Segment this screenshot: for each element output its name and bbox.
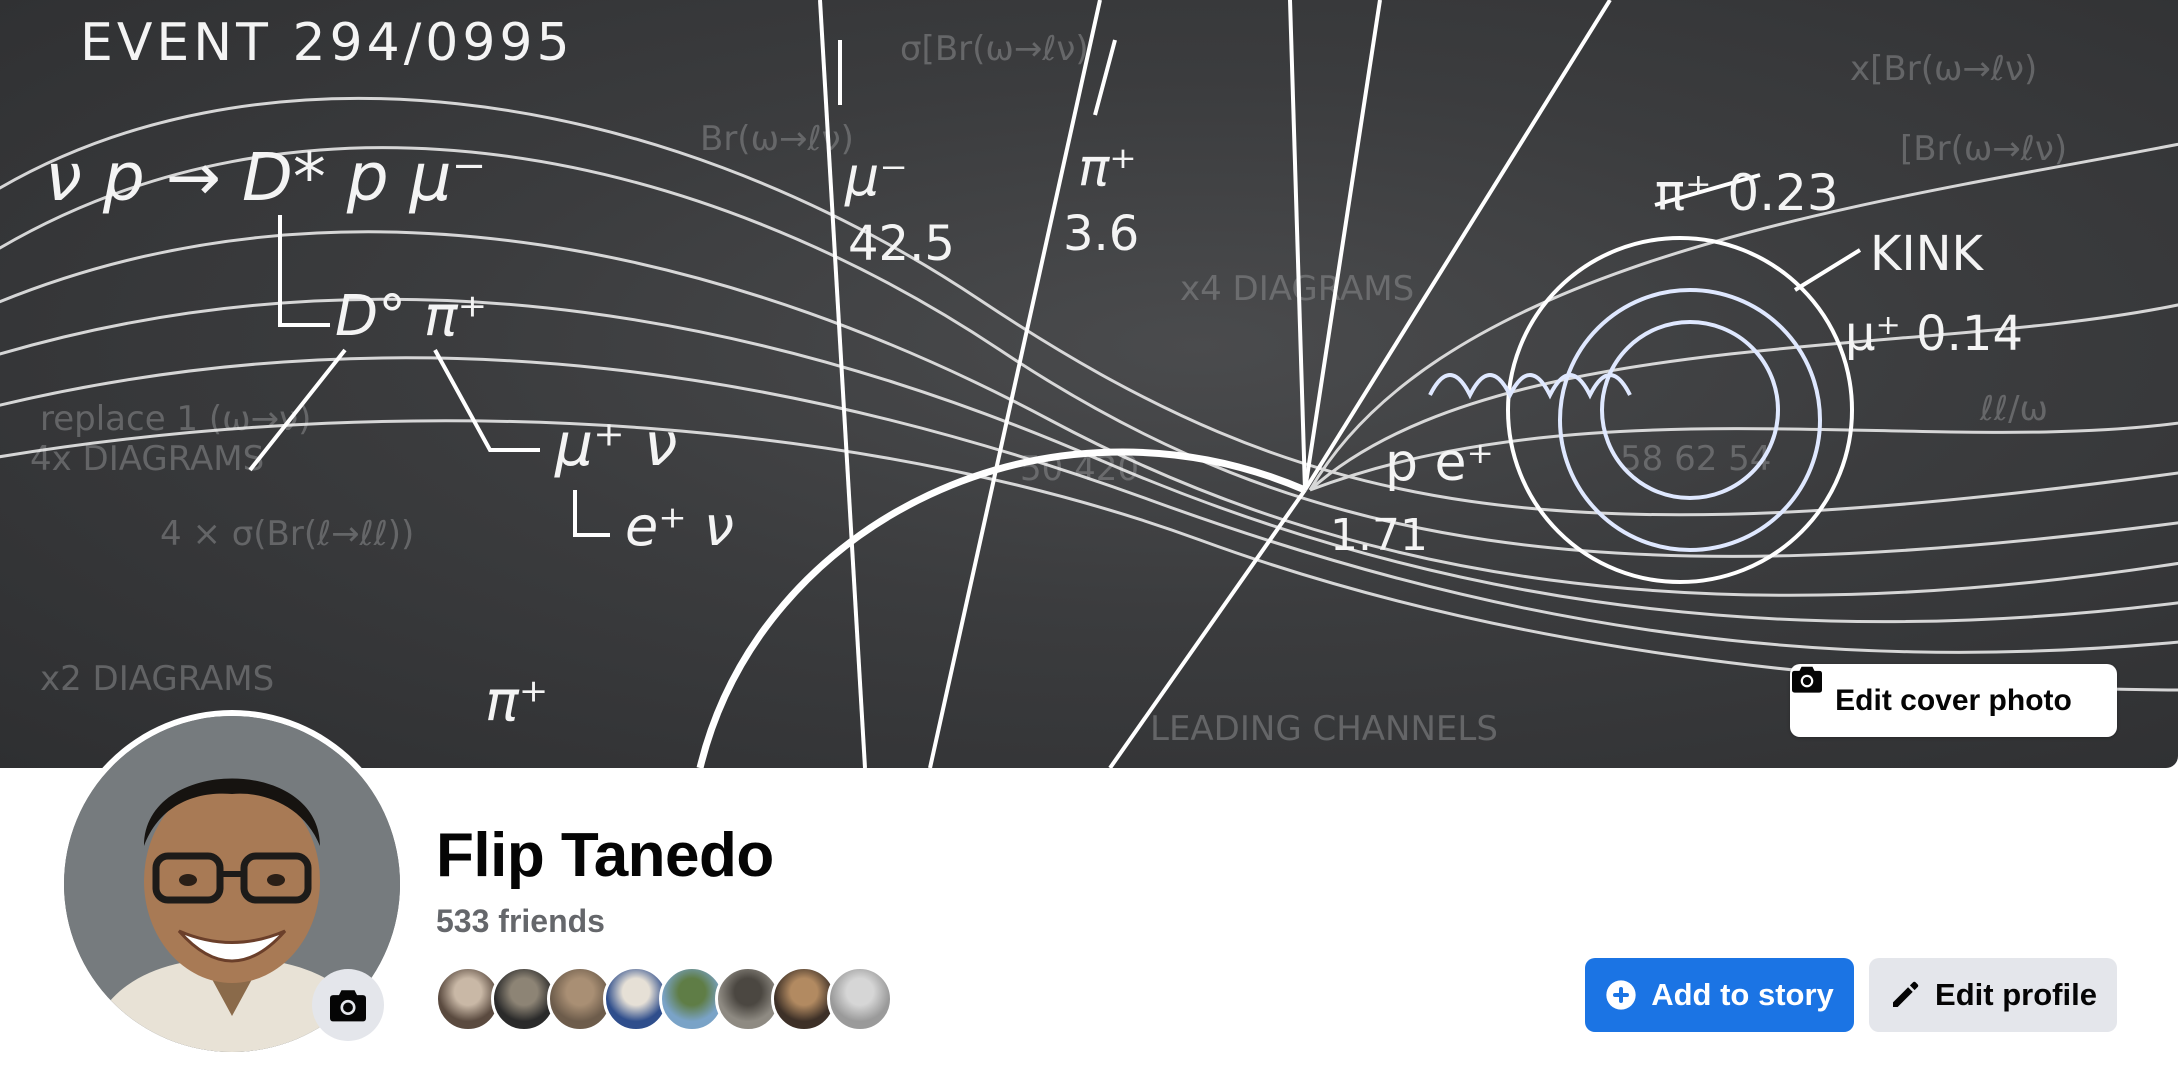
update-profile-picture-button[interactable] <box>312 969 384 1041</box>
plus-circle-icon <box>1606 980 1636 1010</box>
svg-text:[Br(ω→ℓν): [Br(ω→ℓν) <box>1900 129 2067 169</box>
cover-text-kink: KINK <box>1870 226 1985 282</box>
svg-text:x2 DIAGRAMS: x2 DIAGRAMS <box>40 659 274 699</box>
cover-text-e-nu: e⁺ ν <box>625 495 734 558</box>
svg-text:4 × σ(Br(ℓ→ℓℓ)): 4 × σ(Br(ℓ→ℓℓ)) <box>160 514 414 554</box>
friend-avatars-row <box>435 966 895 1032</box>
chalkboard-illustration: Br(ω→ℓν) σ[Br(ω→ℓν) x[Br(ω→ℓν) [Br(ω→ℓν)… <box>0 0 2178 768</box>
cover-text-event: EVENT 294/0995 <box>80 13 574 73</box>
camera-icon <box>1792 666 1822 693</box>
edit-cover-photo-button[interactable]: Edit cover photo <box>1790 664 2117 737</box>
cover-text-reaction: ν p → D* p μ⁻ <box>45 139 487 216</box>
svg-text:LEADING CHANNELS: LEADING CHANNELS <box>1150 709 1498 749</box>
cover-text-d0: D° π⁺ <box>335 284 487 349</box>
pencil-icon <box>1893 981 1919 1007</box>
svg-text:x[Br(ω→ℓν): x[Br(ω→ℓν) <box>1850 49 2037 89</box>
profile-name: Flip Tanedo <box>436 821 774 890</box>
cover-text-pe-val: 1.71 <box>1330 510 1428 561</box>
edit-profile-button[interactable]: Edit profile <box>1869 958 2117 1032</box>
cover-text-mu-plus-right: μ⁺ 0.14 <box>1845 306 2023 362</box>
edit-profile-label: Edit profile <box>1935 977 2097 1012</box>
cover-text-pi-plus-val: 3.6 <box>1063 206 1139 262</box>
add-to-story-button[interactable]: Add to story <box>1585 958 1854 1032</box>
cover-text-pi-plus: π⁺ <box>1078 138 1137 198</box>
friend-avatar[interactable] <box>827 966 893 1032</box>
svg-text:σ[Br(ω→ℓν): σ[Br(ω→ℓν) <box>900 29 1089 69</box>
cover-text-pi-plus-right: π⁺ 0.23 <box>1655 164 1839 222</box>
camera-icon <box>330 990 366 1022</box>
cover-text-mu-minus: μ⁻ <box>844 145 908 208</box>
cover-photo[interactable]: Br(ω→ℓν) σ[Br(ω→ℓν) x[Br(ω→ℓν) [Br(ω→ℓν)… <box>0 0 2178 768</box>
add-to-story-label: Add to story <box>1651 977 1834 1012</box>
cover-text-mu-minus-val: 42.5 <box>848 216 955 272</box>
svg-text:ℓℓ/ω: ℓℓ/ω <box>1979 389 2048 429</box>
friends-count-link[interactable]: 533 friends <box>436 903 605 940</box>
cover-text-pe: p e⁺ <box>1385 433 1494 493</box>
cover-text-pi-plus-bottom: π⁺ <box>485 669 548 734</box>
svg-text:4x DIAGRAMS: 4x DIAGRAMS <box>30 439 264 479</box>
edit-cover-photo-label: Edit cover photo <box>1835 683 2072 717</box>
cover-text-mu-nu: μ⁺ ν <box>554 410 677 480</box>
